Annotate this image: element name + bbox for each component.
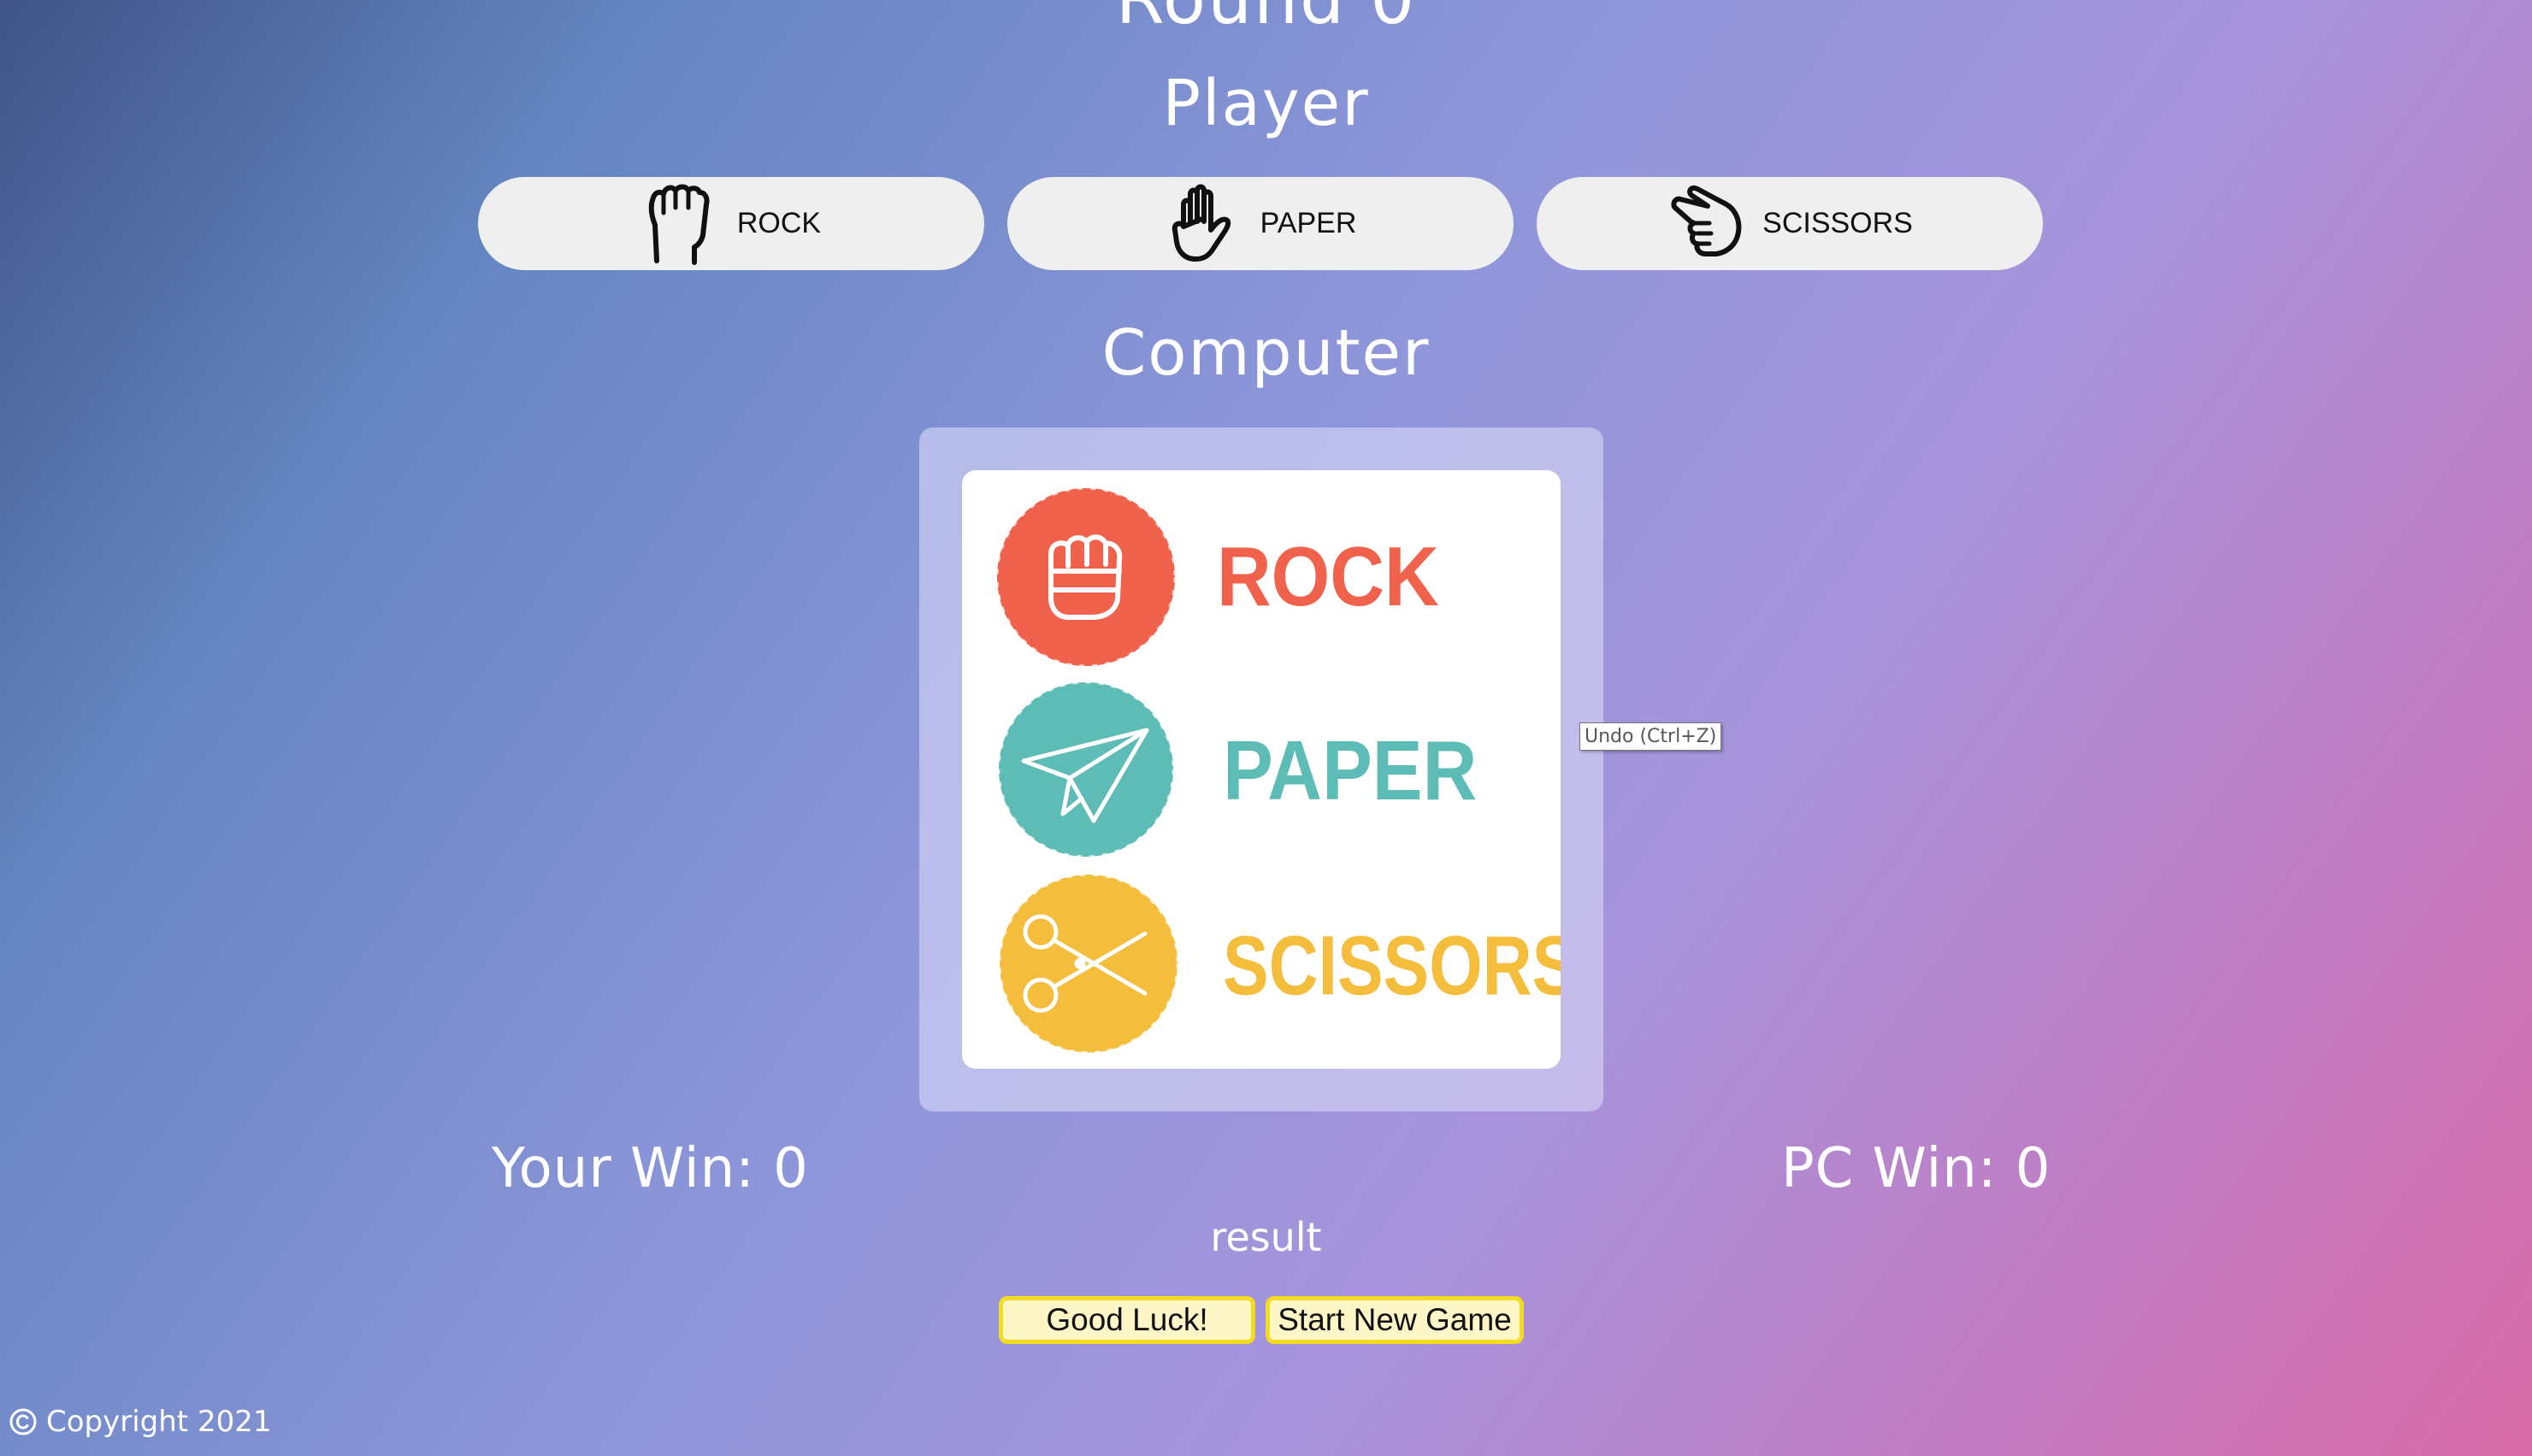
footer: Copyright 2021	[9, 1405, 271, 1439]
copyright-icon	[9, 1408, 37, 1435]
paper-text: PAPER	[1223, 724, 1477, 817]
paper-label: PAPER	[1260, 207, 1357, 239]
scissors-button[interactable]: SCISSORS	[1537, 177, 2043, 270]
copyright-text: Copyright 2021	[46, 1405, 272, 1439]
rock-label: ROCK	[736, 207, 822, 239]
result-text: result	[1210, 1214, 1322, 1260]
paper-button[interactable]: PAPER	[1007, 177, 1514, 270]
rock-paper-scissors-graphic: ROCK PAPER SCISSORS	[995, 486, 1561, 1054]
rock-badge	[995, 486, 1177, 668]
scissors-hand-icon	[1671, 185, 1742, 256]
scissors-label: SCISSORS	[1762, 207, 1913, 239]
your-win-score: Your Win: 0	[492, 1137, 809, 1200]
computer-choice-card: ROCK PAPER SCISSORS	[962, 470, 1561, 1069]
start-new-game-button[interactable]: Start New Game	[1266, 1296, 1524, 1344]
scissors-text: SCISSORS	[1223, 918, 1561, 1011]
rock-text: ROCK	[1217, 530, 1439, 623]
round-title: Round 0	[0, 0, 2532, 40]
undo-tooltip: Undo (Ctrl+Z)	[1579, 722, 1722, 751]
open-hand-icon	[1172, 184, 1231, 262]
computer-choice-frame: ROCK PAPER SCISSORS	[919, 427, 1603, 1111]
good-luck-button[interactable]: Good Luck!	[999, 1296, 1255, 1344]
fist-icon	[648, 184, 710, 265]
computer-heading: Computer	[1101, 316, 1431, 390]
rock-button[interactable]: ROCK	[478, 177, 984, 270]
scissors-badge	[998, 873, 1179, 1054]
player-heading: Player	[1162, 67, 1370, 140]
paper-badge	[997, 681, 1175, 858]
pc-win-score: PC Win: 0	[1781, 1137, 2051, 1200]
